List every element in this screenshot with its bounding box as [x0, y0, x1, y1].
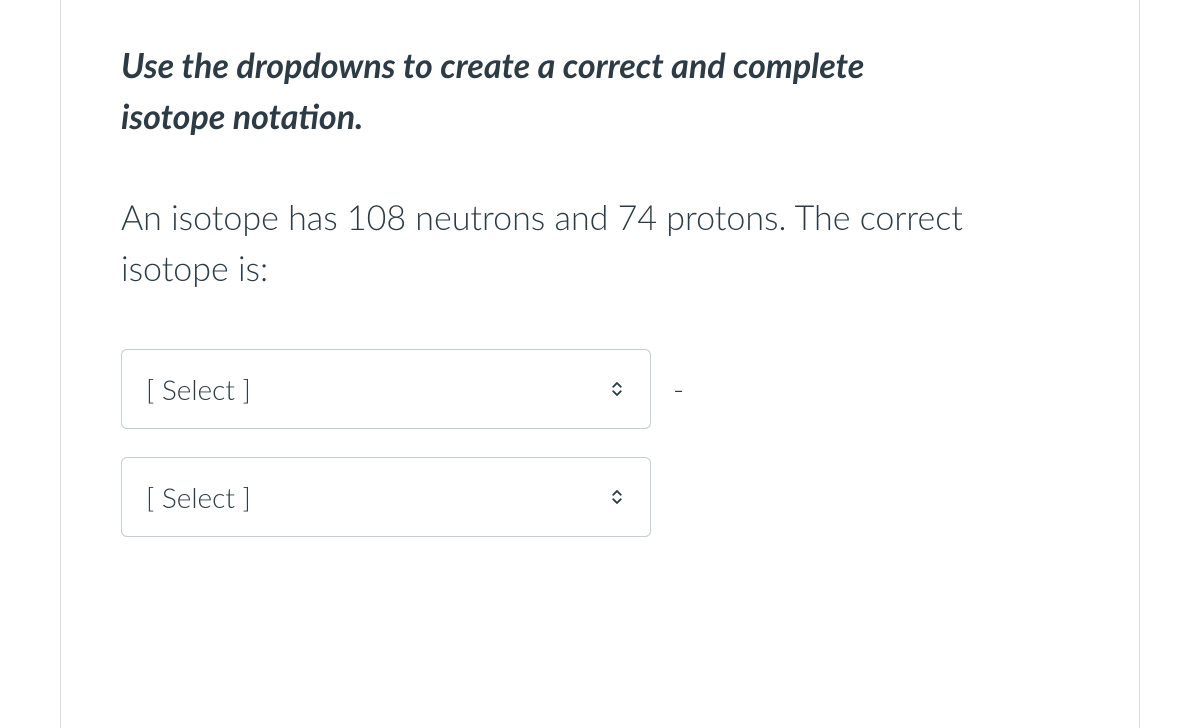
dropdown-label: [ Select ]: [146, 480, 251, 514]
dropdown-row-2: [ Select ]: [121, 457, 1079, 537]
dropdown-label: [ Select ]: [146, 372, 251, 406]
question-text: An isotope has 108 neutrons and 74 proto…: [121, 192, 1071, 294]
dropdown-element-select[interactable]: [ Select ]: [121, 349, 651, 429]
dropdown-row-1: [ Select ] -: [121, 349, 1079, 429]
dropdown-mass-select[interactable]: [ Select ]: [121, 457, 651, 537]
question-container: Use the dropdowns to create a correct an…: [60, 0, 1140, 728]
chevron-up-down-icon: [608, 488, 626, 506]
separator-text: -: [673, 371, 684, 407]
instruction-text: Use the dropdowns to create a correct an…: [121, 40, 971, 142]
chevron-up-down-icon: [608, 380, 626, 398]
